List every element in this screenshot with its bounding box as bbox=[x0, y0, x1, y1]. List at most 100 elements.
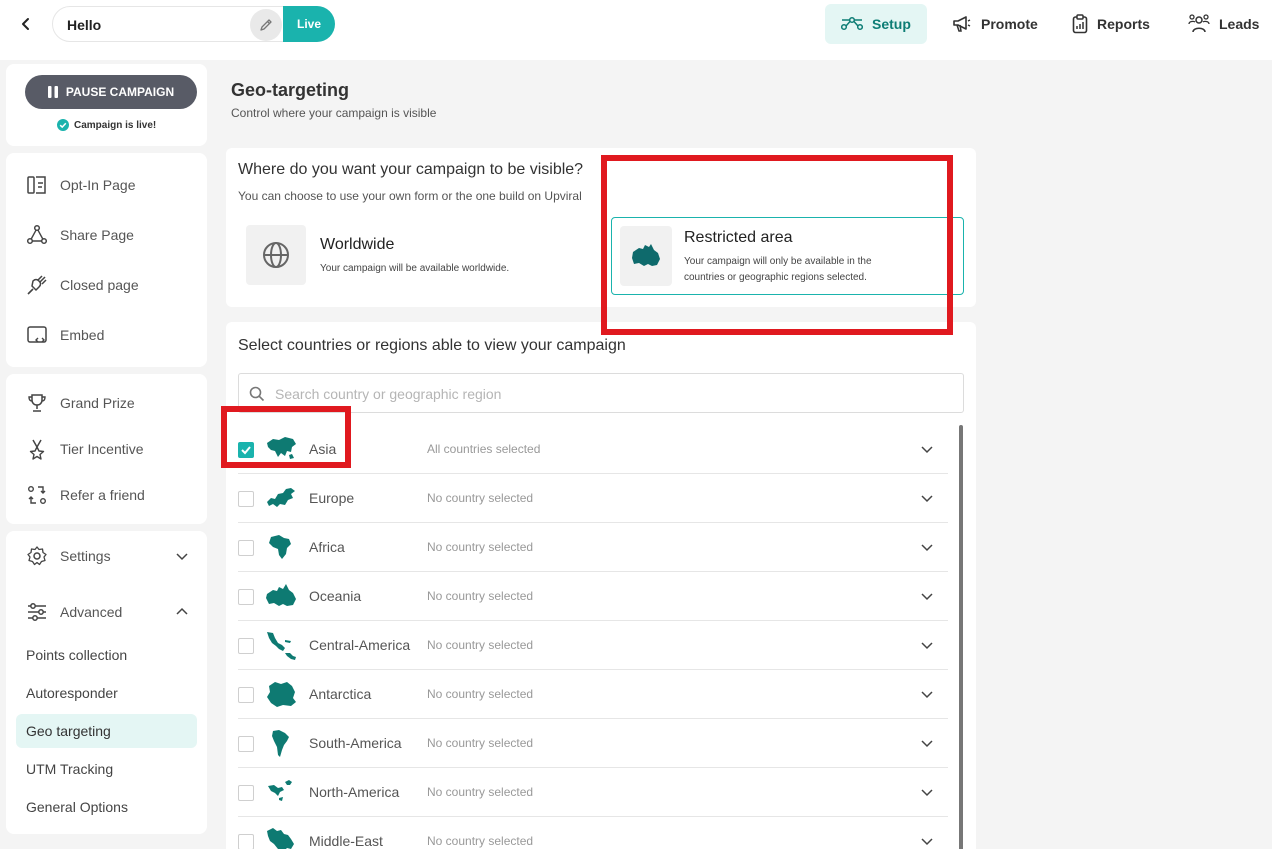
region-checkbox[interactable] bbox=[238, 736, 254, 752]
sidebar-item-settings[interactable]: Settings bbox=[26, 544, 190, 568]
region-checkbox[interactable] bbox=[238, 491, 254, 507]
sidebar-subitem-autoresponder[interactable]: Autoresponder bbox=[16, 676, 197, 710]
refer-arrows-icon bbox=[28, 486, 46, 504]
chevron-down-icon[interactable] bbox=[920, 785, 934, 799]
region-checkbox[interactable] bbox=[238, 687, 254, 703]
worldwide-title: Worldwide bbox=[320, 236, 395, 253]
share-nodes-icon bbox=[26, 224, 48, 245]
clipboard-icon bbox=[1072, 14, 1088, 34]
regions-title: Select countries or regions able to view… bbox=[238, 337, 626, 354]
region-checkbox[interactable] bbox=[238, 834, 254, 849]
sidebar-subitem-geo-targeting[interactable]: Geo targeting bbox=[16, 714, 197, 748]
page-subtitle: Control where your campaign is visible bbox=[231, 106, 437, 120]
nav-reports-label: Reports bbox=[1097, 16, 1150, 32]
chevron-left-icon bbox=[22, 18, 29, 30]
nav-leads[interactable]: Leads bbox=[1172, 4, 1272, 44]
nav-leads-label: Leads bbox=[1219, 16, 1260, 32]
chevron-down-icon[interactable] bbox=[920, 491, 934, 505]
sidebar-subitem-utm-tracking[interactable]: UTM Tracking bbox=[16, 752, 197, 786]
chevron-down-icon[interactable] bbox=[920, 442, 934, 456]
region-name: Central-America bbox=[309, 637, 411, 653]
region-name: North-America bbox=[309, 784, 400, 800]
back-button[interactable] bbox=[14, 12, 38, 36]
region-name: Europe bbox=[309, 490, 355, 506]
highlight-box-restricted-area bbox=[601, 155, 953, 335]
unplug-icon bbox=[27, 275, 47, 295]
chevron-down-icon[interactable] bbox=[920, 736, 934, 750]
region-checkbox[interactable] bbox=[238, 589, 254, 605]
region-name: South-America bbox=[309, 735, 402, 751]
sidebar-item-tier-incentive[interactable]: Tier Incentive bbox=[26, 437, 144, 461]
chevron-up-icon bbox=[176, 607, 188, 615]
regions-scrollbar[interactable] bbox=[959, 425, 963, 849]
worldwide-option[interactable]: Worldwide Your campaign will be availabl… bbox=[246, 224, 586, 288]
sidebar-item-opt-in-page[interactable]: Opt-In Page bbox=[26, 173, 136, 197]
chevron-down-icon[interactable] bbox=[920, 540, 934, 554]
top-bar: Hello Live Setup Promote Reports Leads bbox=[0, 0, 1272, 60]
medal-icon bbox=[29, 439, 45, 460]
sidebar-item-advanced[interactable]: Advanced bbox=[26, 600, 190, 624]
sidebar-subitem-general-options[interactable]: General Options bbox=[16, 790, 197, 824]
chevron-down-icon[interactable] bbox=[920, 687, 934, 701]
north-america-map-icon bbox=[268, 780, 292, 801]
nav-reports[interactable]: Reports bbox=[1056, 4, 1166, 44]
sidebar-item-grand-prize[interactable]: Grand Prize bbox=[26, 391, 135, 415]
megaphone-icon bbox=[953, 16, 971, 32]
region-status: No country selected bbox=[427, 785, 534, 799]
pencil-icon bbox=[260, 19, 272, 31]
search-icon bbox=[249, 386, 265, 402]
highlight-box-asia bbox=[221, 406, 351, 468]
chevron-down-icon bbox=[176, 553, 188, 561]
region-search-input[interactable] bbox=[275, 383, 875, 405]
campaign-name: Hello bbox=[67, 17, 102, 33]
region-status: No country selected bbox=[427, 736, 534, 750]
chevron-down-icon[interactable] bbox=[920, 638, 934, 652]
trophy-icon bbox=[28, 394, 46, 412]
sidebar-item-label: Share Page bbox=[60, 227, 134, 243]
chevron-down-icon[interactable] bbox=[920, 834, 934, 848]
region-status: No country selected bbox=[427, 540, 534, 554]
sidebar-item-label: Opt-In Page bbox=[60, 177, 136, 193]
pause-icon bbox=[47, 86, 58, 98]
sidebar-item-label: Grand Prize bbox=[60, 395, 135, 411]
europe-map-icon bbox=[267, 488, 295, 507]
region-row-africa: Africa No country selected bbox=[238, 523, 948, 572]
sidebar-item-embed[interactable]: Embed bbox=[26, 323, 104, 347]
embed-code-icon bbox=[27, 326, 47, 343]
sidebar-item-label: Embed bbox=[60, 327, 105, 343]
sliders-icon bbox=[28, 603, 46, 621]
sidebar-item-closed-page[interactable]: Closed page bbox=[26, 273, 139, 297]
nav-setup[interactable]: Setup bbox=[825, 4, 927, 44]
central-america-map-icon bbox=[267, 632, 296, 660]
antarctica-map-icon bbox=[267, 682, 296, 707]
sidebar-item-label: Closed page bbox=[60, 277, 139, 293]
campaign-name-pill: Hello Live bbox=[52, 6, 335, 42]
live-toggle[interactable]: Live bbox=[283, 6, 335, 42]
edit-name-button[interactable] bbox=[250, 9, 282, 41]
sidebar-item-label: Settings bbox=[60, 548, 111, 564]
region-row-middle-east: Middle-East No country selected bbox=[238, 817, 948, 849]
region-row-antarctica: Antarctica No country selected bbox=[238, 670, 948, 719]
region-status: All countries selected bbox=[427, 442, 541, 456]
sidebar-item-label: Advanced bbox=[60, 604, 123, 620]
south-america-map-icon bbox=[272, 730, 289, 757]
region-checkbox[interactable] bbox=[238, 540, 254, 556]
region-checkbox[interactable] bbox=[238, 785, 254, 801]
nav-promote[interactable]: Promote bbox=[936, 4, 1054, 44]
africa-map-icon bbox=[269, 535, 291, 559]
sidebar-item-refer-a-friend[interactable]: Refer a friend bbox=[26, 483, 145, 507]
region-name: Oceania bbox=[309, 588, 362, 604]
pause-campaign-button[interactable]: PAUSE CAMPAIGN bbox=[25, 75, 197, 109]
region-checkbox[interactable] bbox=[238, 638, 254, 654]
sidebar-item-share-page[interactable]: Share Page bbox=[26, 223, 134, 247]
gear-icon bbox=[27, 546, 47, 566]
sidebar-subitem-points-collection[interactable]: Points collection bbox=[16, 638, 197, 672]
nav-setup-label: Setup bbox=[872, 16, 911, 32]
pause-campaign-label: PAUSE CAMPAIGN bbox=[65, 85, 175, 99]
chevron-down-icon[interactable] bbox=[920, 589, 934, 603]
region-name: Antarctica bbox=[309, 686, 372, 702]
worldwide-icon-box bbox=[246, 225, 306, 285]
region-row-north-america: North-America No country selected bbox=[238, 768, 948, 817]
region-row-central-america: Central-America No country selected bbox=[238, 621, 948, 670]
workflow-icon bbox=[841, 16, 863, 31]
